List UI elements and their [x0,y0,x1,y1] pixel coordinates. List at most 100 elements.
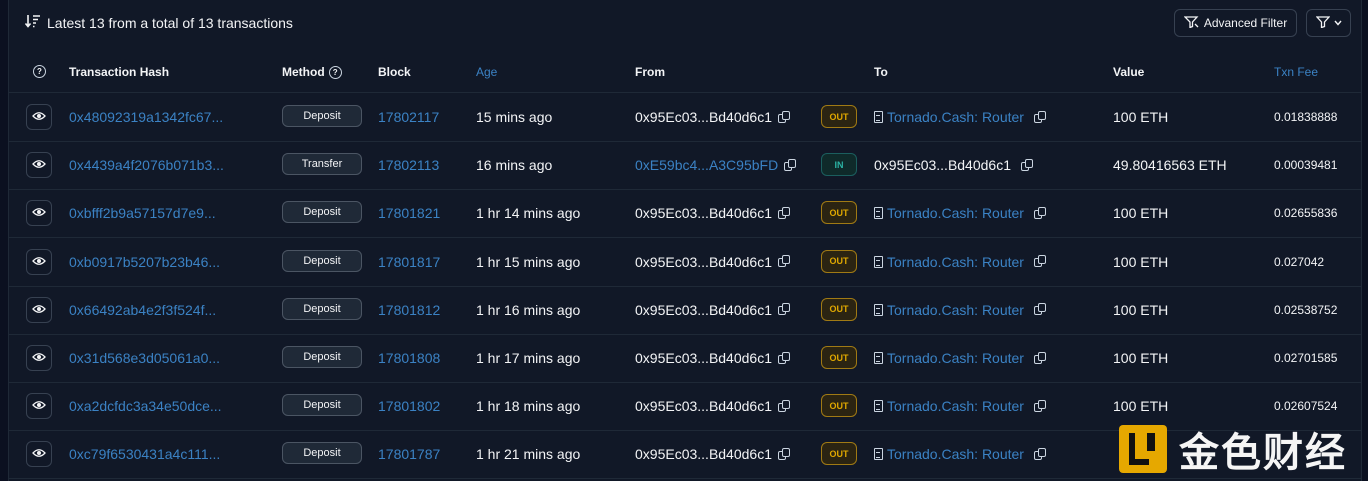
block-link[interactable]: 17801802 [378,398,440,414]
to-address-text[interactable]: Tornado.Cash: Router [887,254,1024,270]
funnel-icon [1183,15,1199,31]
to-address-text[interactable]: Tornado.Cash: Router [887,446,1024,462]
view-details-button[interactable] [26,200,52,227]
copy-icon[interactable] [778,255,790,268]
value-text: 100 ETH [1113,301,1169,318]
transaction-hash-link[interactable]: 0xb0917b5207b23b46... [69,254,234,270]
copy-icon[interactable] [778,351,790,365]
block-link[interactable]: 17801787 [378,446,440,462]
view-details-button[interactable] [26,104,52,130]
to-address-text[interactable]: Tornado.Cash: Router [887,350,1024,366]
contract-icon [874,400,883,413]
from-address-text[interactable]: 0x95Ec03...Bd40d6c1 [635,205,772,221]
column-age[interactable]: Age [476,65,497,79]
direction-badge: OUT [821,297,857,321]
from-address-text[interactable]: 0x95Ec03...Bd40d6c1 [635,302,772,318]
method-badge: Deposit [282,249,362,272]
block-link[interactable]: 17801808 [378,350,440,366]
funnel-icon [1315,15,1330,31]
eye-icon [32,156,46,174]
from-address: 0xE59bc4...A3C95bFD [635,157,797,173]
column-from: From [635,65,665,79]
to-address-text[interactable]: Tornado.Cash: Router [887,398,1024,414]
copy-icon[interactable] [784,158,797,172]
block-link[interactable]: 17801821 [378,205,440,221]
contract-icon [874,111,883,123]
advanced-filter-button[interactable]: Advanced Filter [1174,9,1297,37]
block-link[interactable]: 17801812 [378,302,440,318]
watermark: 金色财经 [1119,420,1368,478]
table-row: 0x31d568e3d05061a0... Deposit 17801808 1… [9,334,1361,383]
transaction-hash-link[interactable]: 0x48092319a1342fc67... [69,109,234,125]
from-address: 0x95Ec03...Bd40d6c1 [635,350,790,366]
from-address-text[interactable]: 0x95Ec03...Bd40d6c1 [635,446,772,462]
column-transaction-hash: Transaction Hash [69,65,170,79]
to-address-text[interactable]: 0x95Ec03...Bd40d6c1 [874,157,1011,173]
summary-text: Latest 13 from a total of 13 transaction… [47,14,293,31]
from-address-text[interactable]: 0xE59bc4...A3C95bFD [635,157,778,173]
value-text: 100 ETH [1113,205,1169,222]
copy-icon[interactable] [1021,158,1033,172]
view-details-button[interactable] [26,441,52,468]
column-block: Block [378,65,411,79]
to-address: 0x95Ec03...Bd40d6c1 [874,157,1033,173]
view-details-button[interactable] [26,345,52,371]
view-details-button[interactable] [26,152,52,179]
transaction-hash-link[interactable]: 0xa2dcfdc3a34e50dce... [69,398,234,414]
watermark-text: 金色财经 [1179,430,1347,476]
txn-fee-text: 0.02607524 [1274,399,1338,414]
view-details-button[interactable] [26,296,52,323]
from-address-text[interactable]: 0x95Ec03...Bd40d6c1 [635,398,772,414]
copy-icon[interactable] [778,447,790,461]
method-badge: Deposit [282,346,362,368]
table-header: ? Transaction Hash Method ? Block Age Fr… [9,52,1361,93]
sort-desc-icon[interactable] [24,14,41,31]
age-text: 1 hr 15 mins ago [476,253,581,270]
from-address-text[interactable]: 0x95Ec03...Bd40d6c1 [635,254,772,270]
filter-dropdown-button[interactable] [1306,9,1351,37]
block-link[interactable]: 17802113 [378,157,439,173]
copy-icon[interactable] [778,399,790,413]
to-address-text[interactable]: Tornado.Cash: Router [887,205,1024,221]
transaction-hash-link[interactable]: 0xc79f6530431a4c111... [69,446,234,462]
copy-icon[interactable] [778,303,790,316]
view-details-button[interactable] [26,248,52,275]
copy-icon[interactable] [1033,399,1046,413]
transaction-hash-link[interactable]: 0xbfff2b9a57157d7e9... [69,205,234,221]
block-link[interactable]: 17802117 [378,109,439,125]
eye-icon [32,397,46,415]
column-to: To [874,65,888,79]
from-address-text[interactable]: 0x95Ec03...Bd40d6c1 [635,350,772,366]
copy-icon[interactable] [778,206,790,220]
to-address-text[interactable]: Tornado.Cash: Router [887,109,1024,125]
view-details-button[interactable] [26,393,52,420]
eye-icon [32,253,46,271]
to-address-text[interactable]: Tornado.Cash: Router [887,302,1024,318]
help-icon[interactable]: ? [33,65,46,78]
transaction-hash-link[interactable]: 0x66492ab4e2f3f524f... [69,302,234,318]
watermark-logo-icon [1119,425,1167,473]
copy-icon[interactable] [778,110,790,124]
direction-badge: OUT [821,346,857,369]
transaction-hash-link[interactable]: 0x4439a4f2076b071b3... [69,157,234,173]
from-address-text[interactable]: 0x95Ec03...Bd40d6c1 [635,109,772,125]
value-text: 100 ETH [1113,253,1169,270]
direction-badge: OUT [821,201,857,225]
transaction-hash-link[interactable]: 0x31d568e3d05061a0... [69,350,234,366]
help-icon[interactable]: ? [328,65,342,79]
copy-icon[interactable] [1033,447,1046,461]
method-badge: Deposit [282,105,362,127]
copy-icon[interactable] [1033,206,1046,220]
transactions-summary: Latest 13 from a total of 13 transaction… [24,14,293,31]
contract-icon [874,352,883,364]
column-txn-fee[interactable]: Txn Fee [1274,65,1318,79]
copy-icon[interactable] [1033,110,1046,124]
eye-icon [32,204,46,222]
method-badge: Transfer [282,153,362,176]
transactions-panel: Latest 13 from a total of 13 transaction… [8,0,1362,481]
copy-icon[interactable] [1033,303,1046,316]
block-link[interactable]: 17801817 [378,254,440,270]
copy-icon[interactable] [1033,351,1046,365]
from-address: 0x95Ec03...Bd40d6c1 [635,302,790,318]
copy-icon[interactable] [1033,255,1046,268]
